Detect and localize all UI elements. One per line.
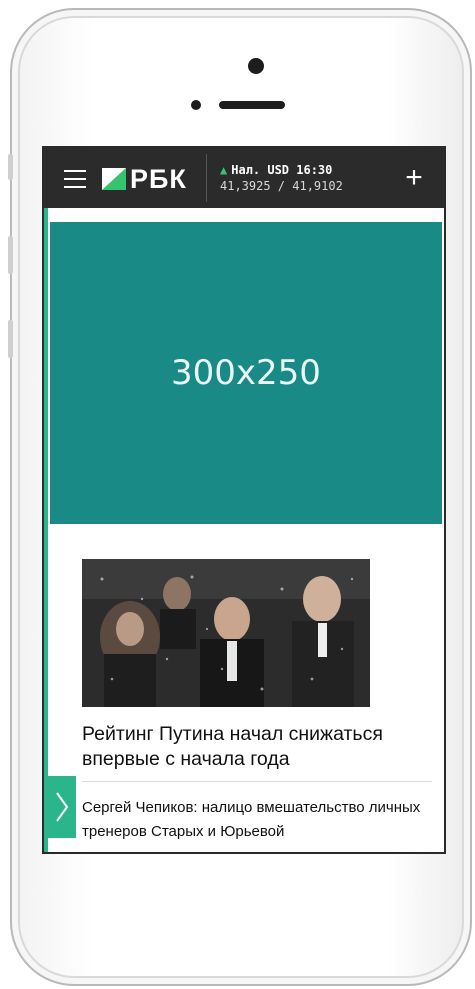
rates-label: Нал. USD 16:30 xyxy=(231,163,333,177)
logo[interactable]: РБК xyxy=(102,164,187,194)
chevron-right-icon xyxy=(56,792,69,822)
article-photo[interactable] xyxy=(82,559,370,707)
secondary-article-title[interactable]: Сергей Чепиков: налицо вмешательство лич… xyxy=(82,796,432,844)
currency-rates[interactable]: ▲ Нал. USD 16:30 41,3925 / 41,9102 xyxy=(220,162,343,194)
article-headline[interactable]: Рейтинг Путина начал снижаться впервые с… xyxy=(82,722,432,772)
rates-fade xyxy=(362,148,402,208)
header-separator xyxy=(206,154,207,202)
ad-banner[interactable]: 300x250 xyxy=(50,222,442,524)
phone-screen: РБК ▲ Нал. USD 16:30 41,3925 / 41,9102 + … xyxy=(42,146,446,854)
plus-icon[interactable]: + xyxy=(397,161,431,195)
article-photo-image xyxy=(82,559,370,707)
left-accent-strip xyxy=(44,208,48,852)
side-drawer-tab[interactable] xyxy=(48,776,76,838)
article-divider xyxy=(82,781,432,782)
silent-switch xyxy=(8,154,13,180)
trend-up-icon: ▲ xyxy=(220,163,228,177)
top-bar: РБК ▲ Нал. USD 16:30 41,3925 / 41,9102 + xyxy=(44,148,444,208)
volume-up-button xyxy=(8,236,13,274)
rates-values: 41,3925 / 41,9102 xyxy=(220,179,343,193)
ad-size-label: 300x250 xyxy=(171,353,321,393)
front-camera xyxy=(248,58,264,74)
menu-icon[interactable] xyxy=(64,170,86,188)
volume-down-button xyxy=(8,320,13,358)
proximity-sensor xyxy=(191,100,201,110)
earpiece-speaker xyxy=(219,101,285,109)
logo-text: РБК xyxy=(130,163,187,194)
logo-mark-icon xyxy=(102,168,126,190)
